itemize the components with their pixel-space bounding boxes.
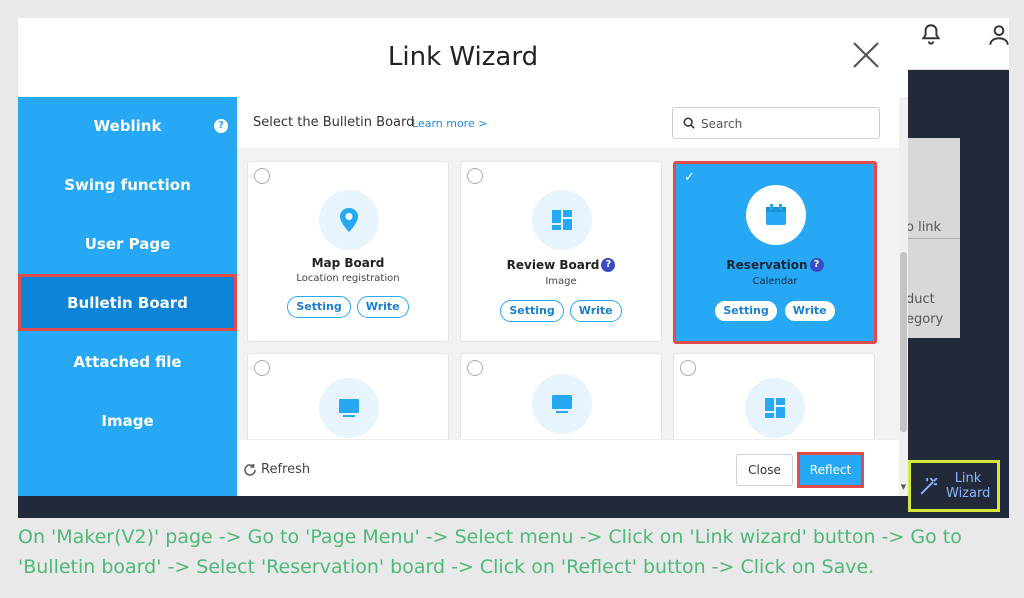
board-actions: Setting Write — [461, 300, 661, 322]
calendar-icon — [746, 185, 806, 245]
board-subtitle: Image — [545, 276, 577, 287]
sidebar-item-attached-file[interactable]: Attached file — [18, 333, 237, 390]
board-card[interactable] — [460, 353, 662, 439]
board-card[interactable] — [247, 353, 449, 439]
help-icon[interactable]: ? — [601, 258, 616, 272]
sidebar-item-label: Attached file — [73, 352, 182, 371]
help-icon[interactable]: ? — [214, 119, 228, 133]
board-name: Review Board — [506, 258, 600, 272]
help-icon[interactable]: ? — [809, 258, 824, 272]
refresh-label: Refresh — [261, 462, 311, 477]
board-subtitle: Location registration — [296, 273, 400, 284]
board-radio[interactable] — [254, 168, 270, 184]
wand-icon — [920, 477, 938, 495]
board-actions: Setting Write — [248, 296, 448, 318]
sidebar-item-swing-function[interactable]: Swing function — [18, 156, 237, 213]
sidebar-item-label: Swing function — [64, 175, 191, 194]
write-button[interactable]: Write — [356, 296, 409, 318]
content-header: Select the Bulletin Board Learn more > — [237, 97, 908, 149]
board-actions: Setting Write — [676, 300, 874, 322]
reflect-button[interactable]: Reflect — [797, 452, 864, 488]
write-button[interactable]: Write — [783, 300, 836, 322]
scroll-thumb[interactable] — [900, 252, 907, 432]
instruction-caption: On 'Maker(V2)' page -> Go to 'Page Menu'… — [18, 526, 962, 578]
sidebar-item-label: Bulletin Board — [67, 293, 188, 312]
sidebar-item-user-page[interactable]: User Page — [18, 215, 237, 272]
sidebar-item-label: Image — [101, 411, 154, 430]
bell-icon[interactable] — [918, 22, 944, 48]
wizard-footer: Refresh Close Reflect — [237, 439, 899, 496]
monitor-icon — [319, 378, 379, 438]
close-icon[interactable] — [851, 40, 881, 70]
modal-title: Link Wizard — [387, 42, 539, 72]
board-name-row: Review Board? — [461, 258, 661, 272]
board-card[interactable] — [673, 353, 875, 439]
refresh-icon — [244, 463, 256, 476]
panel-text: o link — [906, 220, 942, 235]
search-input[interactable] — [701, 114, 871, 134]
setting-button[interactable]: Setting — [500, 300, 564, 322]
board-radio[interactable] — [467, 168, 483, 184]
sidebar-item-bulletin-board[interactable]: Bulletin Board — [18, 274, 237, 331]
user-icon[interactable] — [986, 22, 1009, 48]
panel-text: duct — [906, 292, 935, 307]
board-name-row: Reservation? — [676, 258, 874, 272]
refresh-button[interactable]: Refresh — [243, 462, 310, 477]
setting-button[interactable]: Setting — [714, 300, 778, 322]
search-icon — [683, 117, 695, 129]
scrollbar[interactable]: ▼ — [899, 97, 908, 496]
board-name: Reservation — [726, 258, 808, 272]
board-radio[interactable] — [254, 360, 270, 376]
check-icon: ✓ — [684, 170, 695, 185]
monitor-icon — [532, 374, 592, 434]
board-subtitle: Calendar — [752, 276, 798, 287]
setting-button[interactable]: Setting — [287, 296, 351, 318]
scroll-down-arrow-icon[interactable]: ▼ — [899, 483, 908, 493]
layout-grid-icon — [745, 378, 805, 438]
board-radio[interactable] — [467, 360, 483, 376]
location-pin-icon — [319, 190, 379, 250]
board-grid: Map Board Location registration Setting … — [237, 149, 899, 439]
layout-grid-icon — [532, 190, 592, 250]
write-button[interactable]: Write — [569, 300, 622, 322]
modal-header: Link Wizard — [18, 18, 908, 97]
sidebar-item-image[interactable]: Image — [18, 392, 237, 449]
link-wizard-label: Link Wizard — [946, 471, 991, 501]
search-box — [672, 107, 880, 139]
link-wizard-button[interactable]: Link Wizard — [908, 460, 1000, 512]
board-card-review[interactable]: Review Board? Image Setting Write — [460, 161, 662, 342]
board-card-map[interactable]: Map Board Location registration Setting … — [247, 161, 449, 342]
board-card-reservation[interactable]: ✓ Reservation? Calendar Setting Write — [673, 161, 877, 344]
link-wizard-modal: Link Wizard Weblink ? Swing function Use… — [18, 18, 908, 496]
select-board-label: Select the Bulletin Board — [253, 115, 415, 130]
board-name: Map Board — [311, 256, 385, 270]
learn-more-link[interactable]: Learn more > — [412, 117, 487, 130]
sidebar-item-label: User Page — [84, 234, 171, 253]
board-radio[interactable] — [680, 360, 696, 376]
wizard-content: Select the Bulletin Board Learn more > M… — [237, 97, 908, 496]
wizard-sidebar: Weblink ? Swing function User Page Bulle… — [18, 97, 237, 496]
panel-text: egory — [906, 312, 944, 327]
close-button[interactable]: Close — [736, 454, 793, 486]
sidebar-item-label: Weblink — [93, 116, 162, 135]
sidebar-item-weblink[interactable]: Weblink ? — [18, 97, 237, 154]
